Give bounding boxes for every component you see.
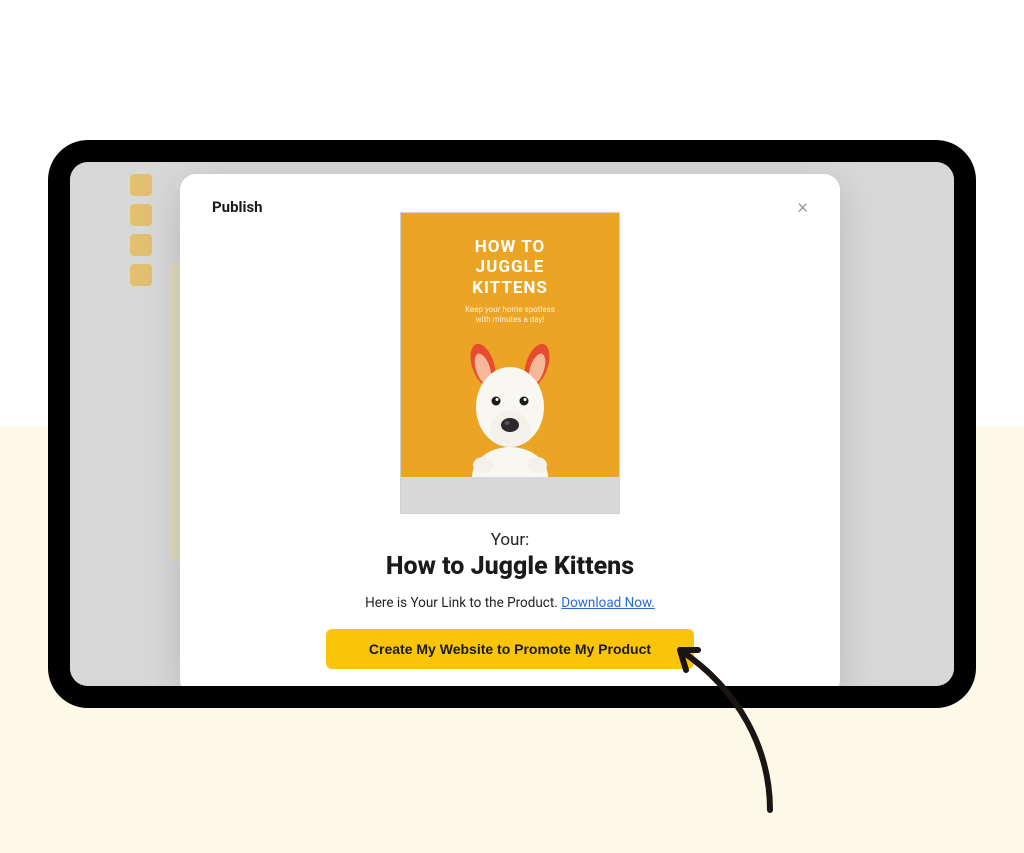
cover-subtitle: Keep your home spotless with minutes a d… [401, 305, 619, 326]
create-website-button[interactable]: Create My Website to Promote My Product [326, 629, 694, 669]
link-text: Here is Your Link to the Product. [365, 595, 561, 611]
link-line: Here is Your Link to the Product. Downlo… [212, 595, 808, 611]
modal-title: Publish [212, 198, 263, 216]
tablet-screen: Publish × HOW TO JUGGLE KITTENS Keep you… [70, 162, 954, 686]
toolbar-icon-1[interactable] [130, 174, 152, 196]
dog-mascot-icon [445, 337, 575, 477]
publish-modal: Publish × HOW TO JUGGLE KITTENS Keep you… [180, 174, 840, 686]
your-label: Your: [212, 530, 808, 550]
product-preview: HOW TO JUGGLE KITTENS Keep your home spo… [400, 212, 620, 514]
toolbar-icon-2[interactable] [130, 204, 152, 226]
toolbar-icon-3[interactable] [130, 234, 152, 256]
product-name: How to Juggle Kittens [212, 552, 808, 581]
info-section: Your: How to Juggle Kittens Here is Your… [212, 530, 808, 669]
sidebar-toolbar [130, 174, 154, 294]
download-link[interactable]: Download Now. [561, 595, 655, 611]
cover-title: HOW TO JUGGLE KITTENS [401, 237, 619, 298]
preview-bottom-strip [401, 477, 619, 513]
product-cover: HOW TO JUGGLE KITTENS Keep your home spo… [401, 213, 619, 477]
toolbar-icon-4[interactable] [130, 264, 152, 286]
close-icon[interactable]: × [798, 198, 808, 214]
tablet-frame: Publish × HOW TO JUGGLE KITTENS Keep you… [48, 140, 976, 708]
